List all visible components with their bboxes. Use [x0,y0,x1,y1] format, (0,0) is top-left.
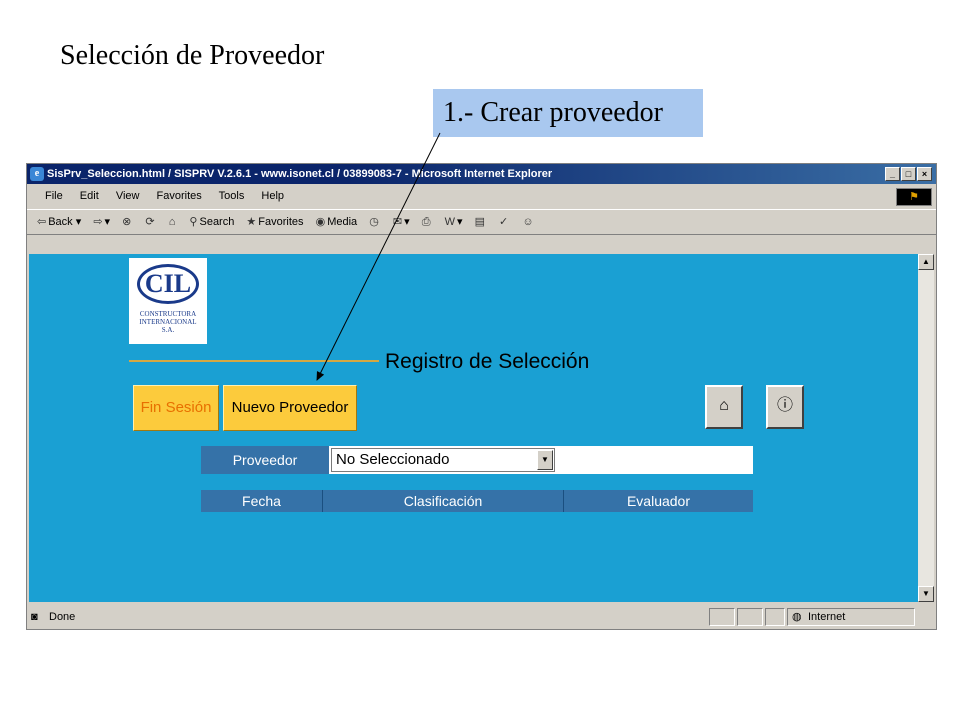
edit-button[interactable]: W ▾ [445,210,463,234]
menu-bar: File Edit View Favorites Tools Help [27,186,936,207]
windows-flag-icon: ⚑ [896,188,932,206]
dropdown-arrow-icon[interactable]: ▼ [537,450,553,470]
results-table-header: Fecha Clasificación Evaluador [201,490,753,512]
home-button[interactable]: ⌂ [169,210,178,234]
history-icon: ◷ [369,216,379,228]
header-fecha: Fecha [201,490,323,512]
status-cell [737,608,763,626]
refresh-button[interactable]: ⟳ [145,210,156,234]
mail-button[interactable]: ✉ ▾ [393,210,410,234]
history-button[interactable]: ◷ [369,210,381,234]
zone-label: Internet [808,611,846,623]
status-cell [765,608,785,626]
page-content: CIL CONSTRUCTORA INTERNACIONAL S.A. Regi… [29,254,918,602]
zone-cell: ◍ Internet [787,608,915,626]
stop-icon: ⊗ [122,216,132,228]
search-icon: ⚲ [189,216,198,228]
slide-title: Selección de Proveedor [60,40,325,71]
media-icon: ◉ [315,216,326,228]
browser-toolbar: ⇦ Back ▾ ⇨ ▾ ⊗ ⟳ ⌂ ⚲ Search ★ Favorites ◉ Med… [27,209,936,235]
messenger-icon: ☺ [522,216,534,228]
home-icon: ⌂ [719,397,729,414]
back-arrow-icon: ⇦ [37,216,47,228]
menu-view[interactable]: View [116,190,140,202]
menu-file[interactable]: File [45,190,63,202]
scroll-up-icon[interactable]: ▲ [918,254,934,270]
home-icon: ⌂ [168,216,176,228]
proveedor-selected-value: No Seleccionado [336,451,450,468]
callout-label: 1.- Crear proveedor [433,89,703,137]
fin-sesion-button[interactable]: Fin Sesión [133,385,219,431]
proveedor-row: Proveedor No Seleccionado ▼ [201,446,753,474]
print-button[interactable]: ⎙ [422,210,433,234]
logo-text: CONSTRUCTORA INTERNACIONAL S.A. [139,310,197,334]
favorites-button[interactable]: ★ Favorites [246,210,303,234]
scroll-down-icon[interactable]: ▼ [918,586,934,602]
home-page-button[interactable]: ⌂ [705,385,743,429]
back-button[interactable]: ⇦ Back ▾ [37,210,81,234]
logo-initials: CIL [137,264,199,304]
nuevo-proveedor-button[interactable]: Nuevo Proveedor [223,385,357,431]
company-logo: CIL CONSTRUCTORA INTERNACIONAL S.A. [129,258,207,344]
status-bar: ◙ Done ◍ Internet [27,606,936,628]
page-status-icon: ◙ [31,611,38,623]
media-button[interactable]: ◉ Media [316,210,358,234]
discuss-button[interactable]: ▤ [475,210,487,234]
spellcheck-icon: ✓ [499,216,509,228]
close-button[interactable]: × [917,167,932,181]
proveedor-select[interactable]: No Seleccionado ▼ [331,448,555,472]
page-heading: Registro de Selección [385,350,590,373]
vertical-scrollbar[interactable]: ▲ ▼ [918,254,934,602]
forward-arrow-icon: ⇨ [93,216,103,228]
stop-button[interactable]: ⊗ [122,210,133,234]
status-text: Done [49,611,76,623]
menu-help[interactable]: Help [261,190,284,202]
print-icon: ⎙ [421,216,431,228]
globe-icon: ◍ [792,611,802,623]
messenger-button[interactable]: ☺ [522,210,535,234]
menu-favorites[interactable]: Favorites [157,190,202,202]
info-icon: ⓘ [776,397,793,414]
window-controls: _ □ × [885,167,932,181]
word-icon: W [444,216,455,228]
favorites-icon: ★ [246,216,257,228]
heading-divider [129,360,379,362]
window-title: SisPrv_Seleccion.html / SISPRV V.2.6.1 -… [47,168,553,180]
window-titlebar: e SisPrv_Seleccion.html / SISPRV V.2.6.1… [27,164,936,184]
spell-button[interactable]: ✓ [499,210,510,234]
ie-logo-icon: e [30,167,44,181]
maximize-button[interactable]: □ [901,167,916,181]
search-button[interactable]: ⚲ Search [189,210,234,234]
header-evaluador: Evaluador [564,490,753,512]
status-cell [709,608,735,626]
mail-icon: ✉ [392,216,403,228]
browser-window: e SisPrv_Seleccion.html / SISPRV V.2.6.1… [26,163,937,630]
document-icon: ▤ [474,216,485,228]
forward-button[interactable]: ⇨ ▾ [93,210,110,234]
header-clasificacion: Clasificación [323,490,564,512]
proveedor-label: Proveedor [201,446,329,474]
refresh-icon: ⟳ [145,216,155,228]
minimize-button[interactable]: _ [885,167,900,181]
menu-edit[interactable]: Edit [80,190,99,202]
info-button[interactable]: ⓘ [766,385,804,429]
menu-tools[interactable]: Tools [219,190,245,202]
